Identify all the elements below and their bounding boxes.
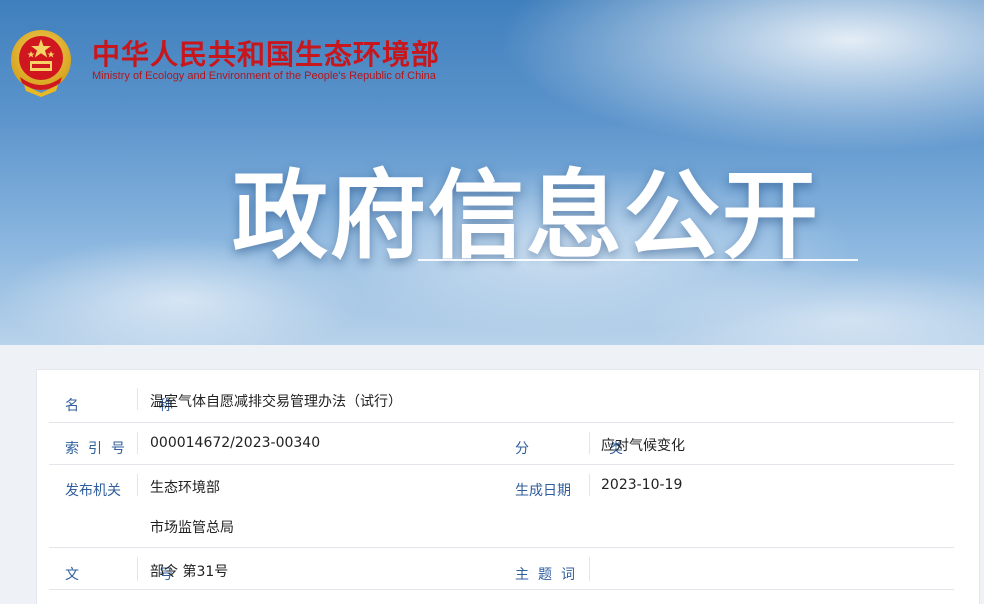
issuer-label: 发布机关 [65,483,121,499]
divider [137,557,138,581]
date-label: 生成日期 [515,483,571,499]
divider [589,432,590,454]
hero-underline [418,259,858,261]
header-banner: 中华人民共和国生态环境部 Ministry of Ecology and Env… [0,0,984,345]
org-name-cn[interactable]: 中华人民共和国生态环境部 [92,33,440,73]
issuer-value-2: 市场监管总局 [150,520,234,536]
issuer-value-1: 生态环境部 [150,480,220,496]
divider [137,388,138,410]
index-value: 000014672/2023-00340 [150,435,321,451]
info-panel: 名 称 温室气体自愿减排交易管理办法（试行） 索引号 000014672/202… [10,345,980,604]
national-emblem-icon[interactable] [10,27,72,97]
divider [137,474,138,496]
keywords-label: 主题词 [515,567,584,583]
divider [137,432,138,454]
category-value: 应对气候变化 [601,438,685,454]
org-name-en[interactable]: Ministry of Ecology and Environment of t… [92,70,436,82]
row-index: 索引号 000014672/2023-00340 分 类 应对气候变化 [49,422,954,465]
index-label: 索引号 [65,441,134,457]
info-card: 名 称 温室气体自愿减排交易管理办法（试行） 索引号 000014672/202… [36,369,980,604]
doc-no-value: 部令 第31号 [150,564,229,580]
row-name: 名 称 温室气体自愿减排交易管理办法（试行） [49,370,954,423]
date-value: 2023-10-19 [601,477,683,493]
divider [589,474,590,496]
name-value: 温室气体自愿减排交易管理办法（试行） [150,394,402,410]
row-doc-no: 文 号 部令 第31号 主题词 [49,547,954,590]
hero-title: 政府信息公开 [232,160,820,272]
divider [589,557,590,581]
row-issuer: 发布机关 生态环境部 市场监管总局 生成日期 2023-10-19 [49,464,954,548]
